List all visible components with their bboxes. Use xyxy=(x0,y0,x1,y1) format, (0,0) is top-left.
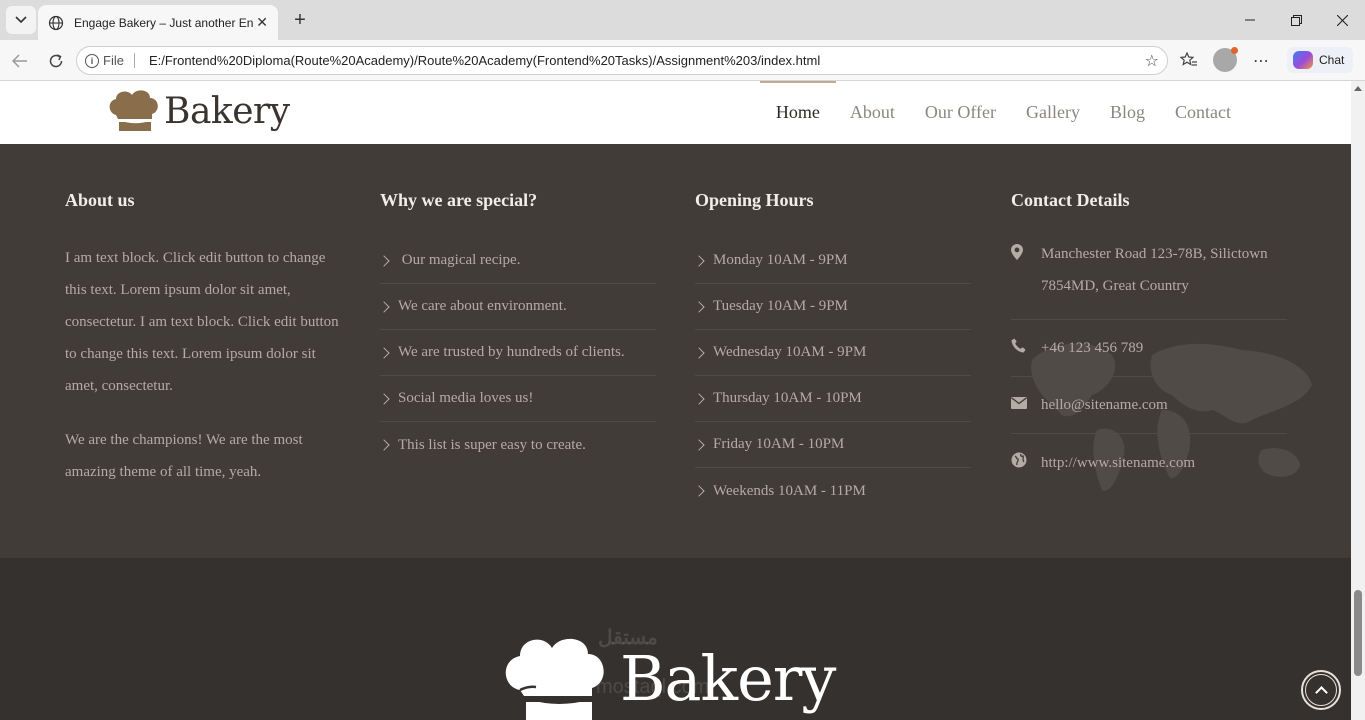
contact-heading: Contact Details xyxy=(1011,190,1130,210)
chevron-right-icon xyxy=(378,392,390,405)
back-arrow-icon xyxy=(12,54,27,68)
special-heading: Why we are special? xyxy=(380,190,538,210)
site-header: Bakery Home About Our Offer Gallery Blog… xyxy=(0,81,1351,144)
nav-contact[interactable]: Contact xyxy=(1175,81,1231,144)
list-item[interactable]: This list is super easy to create. xyxy=(378,422,656,468)
hours-list: Monday 10AM - 9PM Tuesday 10AM - 9PM Wed… xyxy=(693,238,971,514)
new-tab-button[interactable]: + xyxy=(288,8,312,32)
brand-name: Bakery xyxy=(164,90,290,132)
chevron-right-icon xyxy=(378,439,390,451)
list-item[interactable]: Social media loves us! xyxy=(378,376,656,422)
page-scrollbar[interactable] xyxy=(1351,81,1365,720)
minimize-button[interactable] xyxy=(1227,0,1273,40)
copilot-icon xyxy=(1293,51,1313,69)
chevron-right-icon xyxy=(693,300,705,313)
minimize-icon xyxy=(1245,19,1255,21)
chevron-right-icon xyxy=(693,485,705,497)
chevron-up-icon xyxy=(1314,686,1328,699)
more-dots-icon: ⋯ xyxy=(1253,50,1269,70)
phone-icon xyxy=(1011,338,1041,358)
browser-tab-bar: Engage Bakery – Just another Engage ✕ + xyxy=(0,0,1365,40)
close-icon xyxy=(1336,14,1348,26)
tab-title: Engage Bakery – Just another Engage xyxy=(74,15,254,30)
site-info-icon[interactable]: i xyxy=(85,53,99,68)
about-heading: About us xyxy=(65,190,135,210)
chat-label: Chat xyxy=(1319,53,1345,67)
profile-avatar[interactable] xyxy=(1213,47,1238,72)
close-tab-icon[interactable]: ✕ xyxy=(256,15,268,31)
list-item[interactable]: Our magical recipe. xyxy=(378,238,656,284)
special-list: Our magical recipe. We care about enviro… xyxy=(378,238,656,468)
scrollbar-thumb[interactable] xyxy=(1354,590,1362,676)
restore-icon xyxy=(1290,14,1302,26)
chevron-right-icon xyxy=(693,346,705,359)
list-item[interactable]: We care about environment. xyxy=(378,284,656,330)
scroll-up-arrow-icon[interactable] xyxy=(1354,86,1362,91)
scroll-to-top-button[interactable] xyxy=(1301,670,1341,710)
list-item: Thursday 10AM - 10PM xyxy=(693,376,971,422)
globe-icon xyxy=(1011,452,1041,473)
chevron-right-icon xyxy=(693,438,705,451)
list-item[interactable]: We are trusted by hundreds of clients. xyxy=(378,330,656,376)
scheme-label: File xyxy=(103,53,135,68)
reload-icon xyxy=(49,54,63,68)
nav-blog[interactable]: Blog xyxy=(1110,81,1145,144)
chevron-right-icon xyxy=(378,254,390,267)
back-button[interactable] xyxy=(7,48,33,74)
chevron-right-icon xyxy=(378,300,390,313)
chef-hat-icon xyxy=(109,90,158,131)
nav-about[interactable]: About xyxy=(850,81,895,144)
contact-list: Manchester Road 123-78B, Silictown 7854M… xyxy=(1011,238,1287,491)
watermark-arabic: مستقل xyxy=(598,627,658,649)
browser-tab[interactable]: Engage Bakery – Just another Engage ✕ xyxy=(38,5,278,40)
favorites-list-icon xyxy=(1180,52,1197,66)
chevron-right-icon xyxy=(693,254,705,267)
about-paragraph-1: I am text block. Click edit button to ch… xyxy=(65,250,339,394)
list-item: Friday 10AM - 10PM xyxy=(693,422,971,468)
address-bar[interactable]: i File E:/Frontend%20Diploma(Route%20Aca… xyxy=(76,46,1168,75)
tab-list-button[interactable] xyxy=(6,6,36,34)
main-nav: Home About Our Offer Gallery Blog Contac… xyxy=(746,81,1231,144)
watermark-latin: mostaql.com xyxy=(596,676,710,698)
url-text[interactable]: E:/Frontend%20Diploma(Route%20Academy)/R… xyxy=(149,53,820,68)
nav-our-offer[interactable]: Our Offer xyxy=(925,81,996,144)
reload-button[interactable] xyxy=(43,48,69,74)
about-paragraph-2: We are the champions! We are the most am… xyxy=(65,432,303,480)
favorite-star-icon[interactable]: ☆ xyxy=(1145,51,1159,70)
contact-phone[interactable]: +46 123 456 789 xyxy=(1011,320,1287,377)
copilot-chat-button[interactable]: Chat xyxy=(1287,47,1353,73)
list-item: Tuesday 10AM - 9PM xyxy=(693,284,971,330)
close-window-button[interactable] xyxy=(1319,0,1365,40)
footer-widgets: About us I am text block. Click edit but… xyxy=(0,144,1351,558)
chevron-down-icon xyxy=(15,16,27,24)
hours-heading: Opening Hours xyxy=(695,190,814,210)
globe-icon xyxy=(48,15,64,30)
chevron-right-icon xyxy=(378,346,390,359)
envelope-icon xyxy=(1011,396,1041,414)
restore-button[interactable] xyxy=(1273,0,1319,40)
footer-bottom: Bakery مستقل mostaql.com xyxy=(0,558,1351,720)
contact-address: Manchester Road 123-78B, Silictown 7854M… xyxy=(1011,238,1287,320)
contact-email[interactable]: hello@sitename.com xyxy=(1011,377,1287,434)
more-options-button[interactable]: ⋯ xyxy=(1248,47,1274,73)
site-logo[interactable]: Bakery xyxy=(106,87,290,135)
contact-website[interactable]: http://www.sitename.com xyxy=(1011,434,1287,491)
list-item: Weekends 10AM - 11PM xyxy=(693,468,971,514)
nav-home[interactable]: Home xyxy=(759,81,836,144)
map-pin-icon xyxy=(1011,238,1041,319)
list-item: Wednesday 10AM - 9PM xyxy=(693,330,971,376)
nav-gallery[interactable]: Gallery xyxy=(1026,81,1080,144)
chevron-right-icon xyxy=(693,392,705,405)
list-item: Monday 10AM - 9PM xyxy=(693,238,971,284)
favorites-button[interactable] xyxy=(1176,47,1202,73)
